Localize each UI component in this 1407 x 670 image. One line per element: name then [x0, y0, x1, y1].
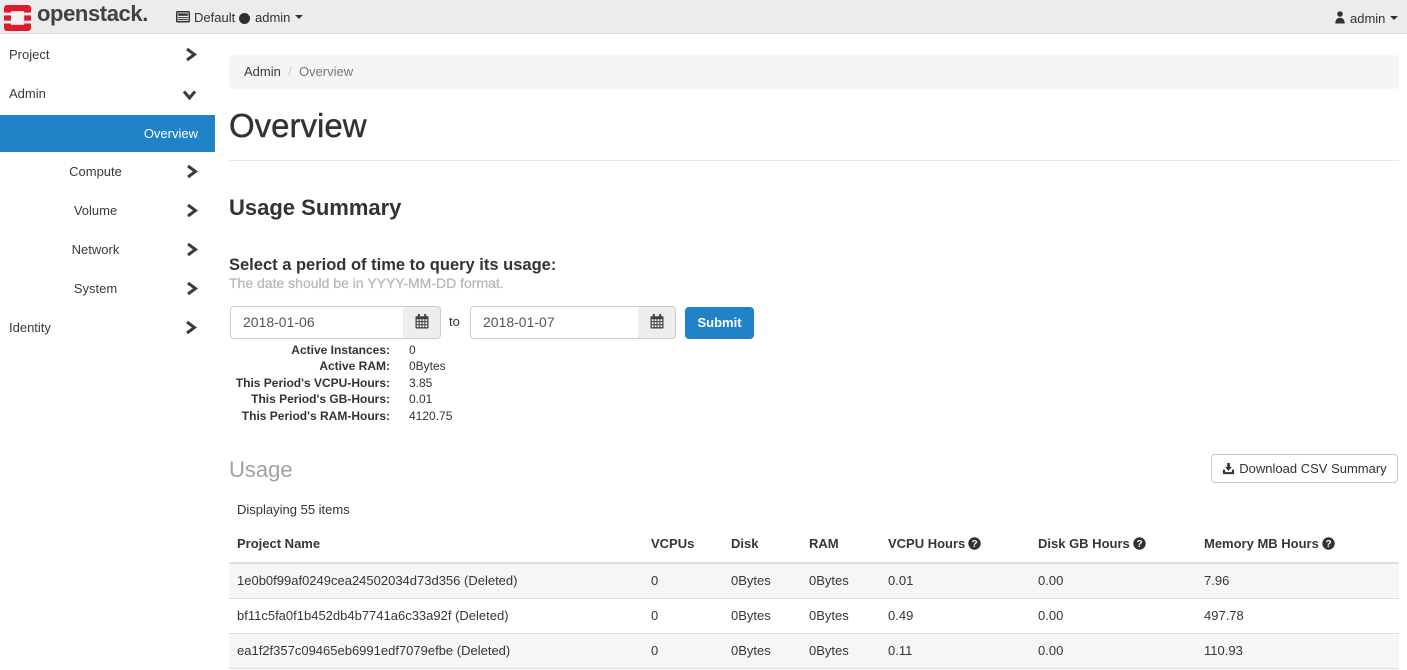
svg-text:?: ?	[1136, 539, 1142, 550]
svg-text:?: ?	[1325, 539, 1331, 550]
svg-text:?: ?	[972, 539, 978, 550]
